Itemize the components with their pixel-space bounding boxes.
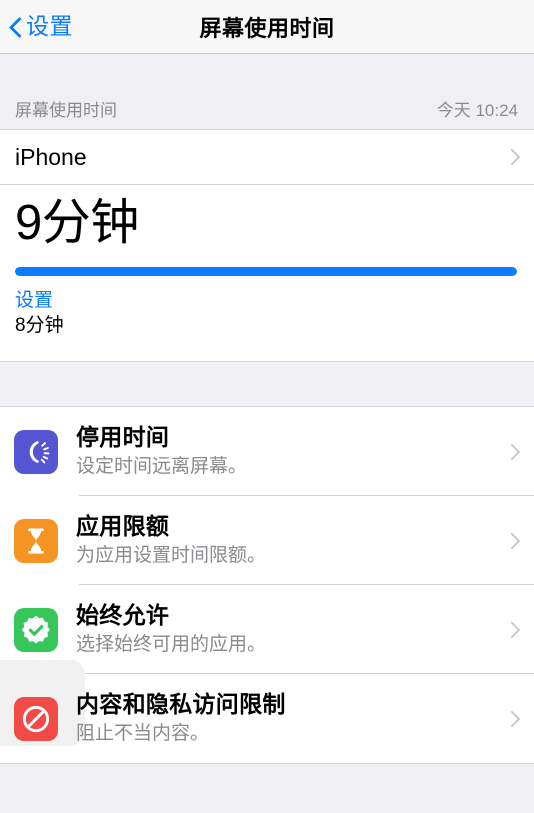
summary-card: iPhone 9分钟 设置 8分钟 <box>0 130 534 362</box>
list-row-title: 停用时间 <box>76 424 170 451</box>
chevron-right-icon <box>503 148 521 166</box>
list-row-subtitle: 选择始终可用的应用。 <box>76 634 267 656</box>
legend-app-time: 8分钟 <box>15 315 64 337</box>
back-button[interactable]: 设置 <box>0 0 73 53</box>
section-header-label: 屏幕使用时间 <box>15 100 117 120</box>
prohibition-icon <box>14 696 58 741</box>
list-row[interactable]: 内容和隐私访问限制阻止不当内容。 <box>0 660 534 763</box>
bottom-spacer <box>0 764 534 813</box>
list-row-title: 应用限额 <box>76 513 170 540</box>
list-row[interactable]: 停用时间设定时间远离屏幕。 <box>0 407 534 497</box>
usage-progress-fill <box>15 266 517 276</box>
total-usage-time: 9分钟 <box>15 196 139 250</box>
screen-time-section-header: 屏幕使用时间 今天 10:24 <box>0 87 534 130</box>
screen-time-options-list: 停用时间设定时间远离屏幕。应用限额为应用设置时间限额。始终允许选择始终可用的应用… <box>0 407 534 765</box>
usage-progress-bar <box>15 266 517 276</box>
list-row-title: 始终允许 <box>76 602 170 629</box>
downtime-moon-icon <box>14 429 58 474</box>
chevron-right-icon <box>503 710 521 728</box>
list-row-text: 应用限额为应用设置时间限额。 <box>76 512 506 569</box>
list-row-text: 停用时间设定时间远离屏幕。 <box>76 423 506 480</box>
section-header-timestamp: 今天 10:24 <box>436 100 518 120</box>
list-row[interactable]: 始终允许选择始终可用的应用。 <box>0 585 534 675</box>
device-name: iPhone <box>15 143 87 170</box>
badge-check-icon <box>14 607 58 652</box>
list-row-title: 内容和隐私访问限制 <box>76 691 286 718</box>
usage-summary: 9分钟 设置 8分钟 <box>0 185 534 362</box>
list-row-subtitle: 为应用设置时间限额。 <box>76 545 267 567</box>
device-row-iphone[interactable]: iPhone <box>0 130 534 185</box>
screen-time-settings-screen: 设置 屏幕使用时间 屏幕使用时间 今天 10:24 iPhone 9分钟 设置 … <box>0 0 534 813</box>
chevron-right-icon <box>503 532 521 550</box>
list-row-subtitle: 阻止不当内容。 <box>76 723 210 745</box>
chevron-left-icon <box>9 16 22 38</box>
legend-app-name[interactable]: 设置 <box>15 288 53 314</box>
list-row-subtitle: 设定时间远离屏幕。 <box>76 456 248 478</box>
chevron-right-icon <box>503 443 521 461</box>
chevron-right-icon <box>503 621 521 639</box>
list-row-text: 内容和隐私访问限制阻止不当内容。 <box>76 690 506 747</box>
list-row[interactable]: 应用限额为应用设置时间限额。 <box>0 496 534 586</box>
usage-legend: 设置 8分钟 <box>15 288 518 339</box>
page-title: 屏幕使用时间 <box>199 15 335 41</box>
section-spacer <box>0 361 534 408</box>
navigation-bar: 设置 屏幕使用时间 <box>0 0 534 54</box>
top-spacer <box>0 54 534 87</box>
hourglass-icon <box>14 518 58 563</box>
list-row-text: 始终允许选择始终可用的应用。 <box>76 601 506 658</box>
back-button-label: 设置 <box>26 13 73 39</box>
